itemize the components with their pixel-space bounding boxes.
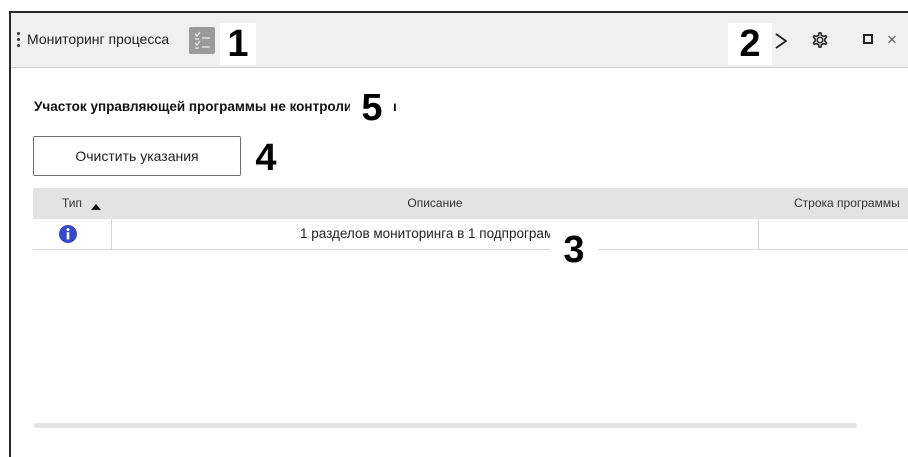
callout-marker-2: 2 [728, 23, 772, 65]
window-titlebar: Мониторинг процесса × 1 2 [11, 13, 908, 68]
sort-ascending-icon[interactable] [91, 204, 101, 210]
column-header-type[interactable]: Тип [33, 188, 111, 219]
table-cell-description: 1 разделов мониторинга в 1 подпрограмме [111, 219, 759, 249]
column-header-type-label: Тип [62, 196, 83, 210]
window-title: Мониторинг процесса [27, 31, 170, 47]
gear-icon[interactable] [809, 29, 831, 51]
column-header-description[interactable]: Описание [111, 188, 759, 219]
callout-marker-1: 1 [220, 23, 256, 65]
table-cell-program-line [759, 219, 908, 249]
column-header-description-label: Описание [407, 196, 463, 210]
column-header-program-line[interactable]: Строка программы [759, 188, 908, 219]
callout-marker-4: 4 [247, 137, 285, 179]
monitoring-table: Тип Описание Строка программы 1 разделов… [33, 188, 908, 250]
process-monitoring-window: Мониторинг процесса × 1 2 Участок управл… [9, 11, 908, 457]
info-icon [59, 225, 77, 243]
table-row[interactable]: 1 разделов мониторинга в 1 подпрограмме [33, 219, 908, 250]
callout-marker-3: 3 [550, 227, 598, 273]
close-icon[interactable]: × [887, 29, 901, 51]
callout-marker-5: 5 [350, 85, 394, 131]
clear-notes-button[interactable]: Очистить указания [33, 136, 241, 176]
horizontal-scrollbar[interactable] [34, 423, 857, 428]
table-cell-type [33, 219, 111, 249]
maximize-icon[interactable] [863, 34, 873, 44]
drag-handle-icon[interactable] [17, 32, 21, 48]
play-icon[interactable] [773, 32, 789, 50]
column-header-program-line-label: Строка программы [794, 196, 900, 210]
checklist-icon [194, 31, 210, 49]
table-header: Тип Описание Строка программы [33, 188, 908, 219]
checklist-icon-button[interactable] [189, 27, 215, 54]
status-message: Участок управляющей программы не контрол… [34, 99, 397, 114]
